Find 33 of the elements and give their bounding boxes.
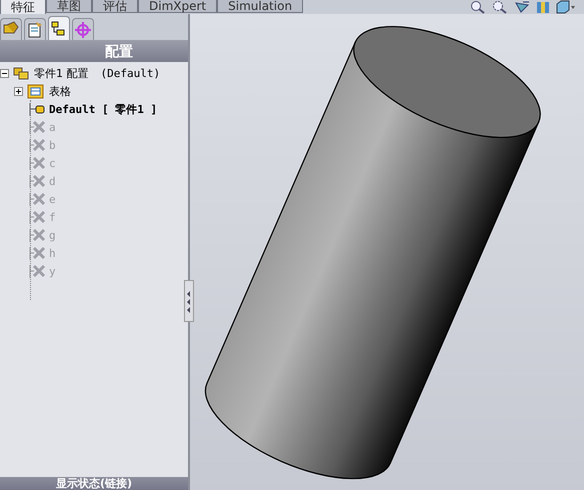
tab[interactable]: 草图 <box>46 0 92 13</box>
configuration-name[interactable]: c <box>49 156 56 170</box>
tab[interactable]: 评估 <box>92 0 138 13</box>
folder-icon <box>27 83 45 99</box>
tab[interactable]: 特征 <box>0 0 46 14</box>
configuration-name[interactable]: y <box>49 264 56 278</box>
collapse-handle-icon[interactable] <box>184 280 194 322</box>
zoom-area-icon[interactable] <box>492 0 508 14</box>
configuration-name[interactable]: e <box>49 192 56 206</box>
crosshair-icon <box>74 20 92 38</box>
configurations-icon <box>13 65 31 81</box>
configuration-name[interactable]: b <box>49 138 56 152</box>
zoom-to-fit-icon[interactable] <box>470 0 486 14</box>
tree-item[interactable]: 表格 <box>49 84 71 98</box>
tab[interactable]: Simulation <box>217 0 304 13</box>
view-cube-icon[interactable] <box>556 0 576 14</box>
tree-root-label[interactable]: 零件1 配置 <box>34 66 88 80</box>
panel-tab[interactable] <box>48 16 70 40</box>
panel-footer-title: 显示状态(链接) <box>56 477 132 490</box>
arrow-view-icon[interactable] <box>514 0 530 14</box>
configuration-name[interactable]: f <box>49 210 56 224</box>
expand-toggle[interactable] <box>14 86 23 96</box>
tab[interactable]: DimXpert <box>138 0 218 13</box>
panel-title: 配置 <box>105 42 133 60</box>
configuration-name[interactable]: h <box>49 246 56 260</box>
configuration-name[interactable]: a <box>49 120 56 134</box>
collapse-toggle[interactable] <box>0 68 9 78</box>
configuration-name[interactable]: d <box>49 174 56 188</box>
property-sheet-icon <box>26 20 44 38</box>
configuration-name[interactable]: Default [ 零件1 ] <box>49 102 158 116</box>
panel-tab[interactable] <box>24 18 46 40</box>
configuration-name[interactable]: g <box>49 228 56 242</box>
active-configuration-note: (Default) <box>100 66 160 80</box>
